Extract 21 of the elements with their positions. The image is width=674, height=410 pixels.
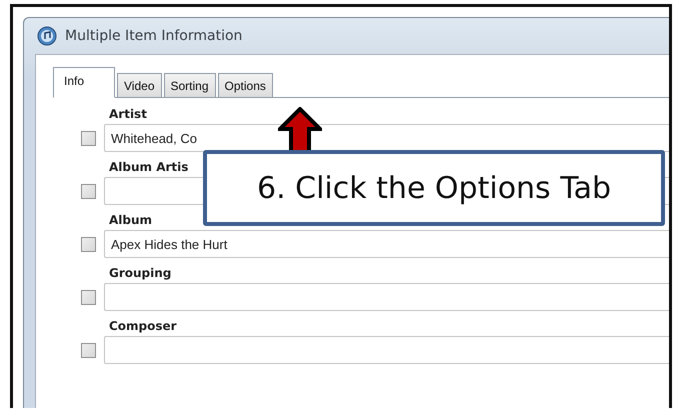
- input-field[interactable]: [104, 283, 669, 311]
- field-label: Composer: [109, 320, 178, 333]
- input-field[interactable]: Apex Hides the Hurt: [104, 230, 669, 258]
- field-label: Album Artis: [109, 161, 190, 174]
- input-field[interactable]: [104, 336, 669, 364]
- input-field[interactable]: Whitehead, Co: [104, 124, 669, 152]
- checkbox[interactable]: [81, 236, 96, 252]
- tab[interactable]: Sorting: [164, 73, 216, 97]
- field-label: Artist: [109, 108, 148, 121]
- checkbox[interactable]: [81, 290, 96, 304]
- checkbox[interactable]: [81, 342, 96, 358]
- tab[interactable]: Info: [53, 67, 116, 98]
- field-label: Album: [109, 214, 154, 227]
- music-note-icon: [37, 26, 57, 46]
- callout-tooltip: 6. Click the Options Tab: [203, 150, 665, 226]
- checkbox[interactable]: [81, 130, 96, 146]
- checkbox[interactable]: [81, 184, 96, 198]
- field-label: Grouping: [109, 267, 172, 280]
- window-title: Multiple Item Information: [65, 28, 242, 44]
- tab[interactable]: Video: [117, 73, 162, 97]
- tab[interactable]: Options: [218, 73, 273, 97]
